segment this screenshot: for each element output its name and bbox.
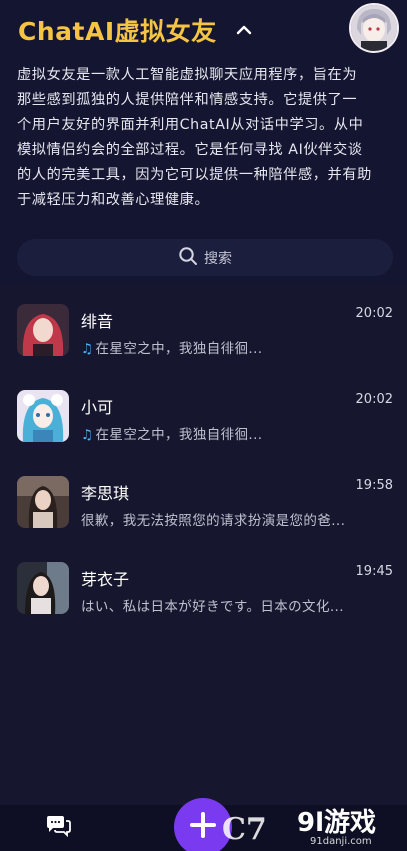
chat-preview-text: 在星空之中，我独自徘徊... [95,341,263,357]
chat-time: 20:02 [355,392,393,407]
avatar [17,476,69,528]
chat-preview-text: 在星空之中，我独自徘徊... [95,427,263,443]
plus-icon [188,810,218,844]
search-bar[interactable]: 搜索 [17,239,393,276]
description-line: 那些感到孤独的人提供陪伴和情感支持。它提供了一 [17,92,358,108]
description-line: 个用户友好的界面并利用ChatAI从对话中学习。从中 [17,117,364,133]
search-label: 搜索 [204,250,232,267]
avatar [17,304,69,356]
music-note-icon: ♫ [81,427,94,443]
chat-preview: ♫ 在星空之中，我独自徘徊... [81,337,381,357]
chat-time: 20:02 [355,306,393,321]
chat-preview: ♫ 在星空之中，我独自徘徊... [81,423,381,443]
description-line: 的人的完美工具，因为它可以提供一种陪伴感，并有助 [17,167,372,183]
app-description: 虚拟女友是一款人工智能虚拟聊天应用程序，旨在为 那些感到孤独的人提供陪伴和情感支… [17,63,395,213]
chat-preview-text: 很歉，我无法按照您的请求扮演是您的爸... [81,513,346,529]
avatar [17,390,69,442]
chat-name: 芽衣子 [81,570,130,589]
description-line: 于减轻压力和改善心理健康。 [17,192,210,208]
top-panel: ChatAI虚拟女友 虚拟女友是一款人工智能虚拟聊天应用程序，旨在为 那些感到孤… [0,0,407,285]
header: ChatAI虚拟女友 [18,10,397,50]
chat-name: 小可 [81,398,114,417]
chat-item[interactable]: 绯音 20:02 ♫ 在星空之中，我独自徘徊... [0,292,407,378]
chat-time: 19:58 [355,478,393,493]
music-note-icon: ♫ [81,341,94,357]
chat-name: 李思琪 [81,484,130,503]
chat-name: 绯音 [81,312,114,331]
chat-item[interactable]: 芽衣子 19:45 はい、私は日本が好きです。日本の文化... [0,550,407,636]
chat-bubbles-icon[interactable] [45,815,71,838]
watermark-logo: 9l游戏 [297,808,377,838]
chat-preview: はい、私は日本が好きです。日本の文化... [81,595,381,615]
watermark-left: C7 [222,812,267,847]
description-line: 虚拟女友是一款人工智能虚拟聊天应用程序，旨在为 [17,67,358,83]
chat-item[interactable]: 小可 20:02 ♫ 在星空之中，我独自徘徊... [0,378,407,464]
chat-item[interactable]: 李思琪 19:58 很歉，我无法按照您的请求扮演是您的爸... [0,464,407,550]
app-title: ChatAI虚拟女友 [18,17,217,46]
search-icon [178,246,198,270]
chat-time: 19:45 [355,564,393,579]
chat-preview-text: はい、私は日本が好きです。日本の文化... [81,599,344,615]
watermark-url: 91danji.com [310,836,372,847]
description-line: 模拟情侣约会的全部过程。它是任何寻找 AI伙伴交谈 [17,142,363,158]
chat-preview: 很歉，我无法按照您的请求扮演是您的爸... [81,509,381,529]
avatar [17,562,69,614]
chevron-up-icon[interactable] [233,19,255,41]
profile-avatar[interactable] [349,3,399,53]
